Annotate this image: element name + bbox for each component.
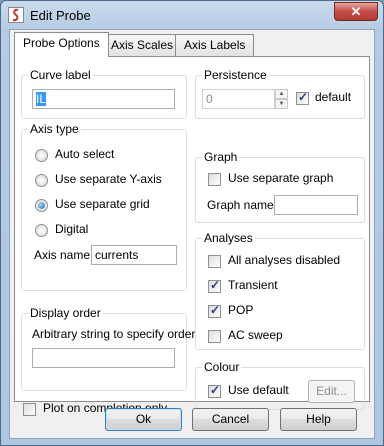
- colour-use-default-label: Use default: [228, 383, 289, 397]
- colour-use-default-checkbox[interactable]: [208, 383, 221, 398]
- colour-group: Colour Use default Edit...: [195, 360, 365, 410]
- window-title: Edit Probe: [30, 8, 91, 23]
- cancel-button[interactable]: Cancel: [192, 408, 269, 431]
- tab-page-probe-options: Curve label IL Axis type Auto select Use…: [14, 56, 370, 416]
- auto-select-radio[interactable]: [35, 149, 48, 162]
- graph-name-label: Graph name: [207, 198, 274, 212]
- axis-name-input[interactable]: currents: [91, 245, 177, 265]
- digital-label: Digital: [55, 222, 89, 236]
- display-order-group-title: Display order: [28, 306, 103, 320]
- persistence-group-title: Persistence: [202, 68, 269, 82]
- curve-label-input[interactable]: IL: [32, 89, 175, 109]
- persistence-input[interactable]: 0: [202, 89, 275, 109]
- digital-radio[interactable]: [35, 224, 48, 237]
- persistence-default-label: default: [315, 90, 352, 104]
- graph-name-input[interactable]: [274, 195, 358, 215]
- title-bar[interactable]: Edit Probe ✕: [1, 1, 383, 29]
- tab-axis-scales[interactable]: Axis Scales: [102, 34, 183, 56]
- all-analyses-disabled-label: All analyses disabled: [228, 253, 341, 267]
- curve-label-group-title: Curve label: [28, 68, 93, 82]
- analyses-group-title: Analyses: [202, 231, 255, 245]
- separate-y-axis-radio[interactable]: [35, 174, 48, 187]
- separate-y-axis-label: Use separate Y-axis: [55, 172, 162, 186]
- graph-group: Graph Use separate graph Graph name: [195, 150, 365, 223]
- colour-edit-button[interactable]: Edit...: [308, 380, 355, 403]
- display-order-input[interactable]: [32, 348, 175, 368]
- separate-graph-checkbox[interactable]: [208, 173, 221, 186]
- app-logo-icon: [8, 7, 24, 23]
- ok-button[interactable]: Ok: [105, 408, 182, 431]
- analyses-group: Analyses All analyses disabled Transient…: [195, 231, 365, 350]
- display-order-group: Display order Arbitrary string to specif…: [21, 306, 195, 391]
- pop-checkbox[interactable]: [208, 303, 221, 318]
- help-button[interactable]: Help: [280, 408, 357, 431]
- axis-type-group: Axis type Auto select Use separate Y-axi…: [21, 122, 187, 291]
- all-analyses-disabled-checkbox[interactable]: [208, 255, 221, 268]
- ac-sweep-checkbox[interactable]: [208, 330, 221, 343]
- separate-graph-label: Use separate graph: [228, 171, 334, 185]
- plot-on-completion-checkbox[interactable]: [23, 403, 36, 416]
- display-order-description: Arbitrary string to specify order: [32, 327, 196, 341]
- spin-up-icon[interactable]: ▲: [275, 89, 288, 99]
- dialog-client-area: Probe Options Axis Scales Axis Labels Cu…: [9, 29, 375, 439]
- curve-label-group: Curve label IL: [21, 68, 187, 119]
- tab-axis-labels[interactable]: Axis Labels: [175, 34, 255, 56]
- pop-label: POP: [228, 303, 254, 317]
- tab-probe-options[interactable]: Probe Options: [14, 32, 109, 57]
- ac-sweep-label: AC sweep: [228, 328, 283, 342]
- transient-label: Transient: [228, 278, 278, 292]
- graph-group-title: Graph: [202, 150, 240, 164]
- colour-group-title: Colour: [202, 360, 242, 374]
- curve-label-value: IL: [36, 92, 47, 106]
- close-icon[interactable]: ✕: [334, 2, 378, 21]
- separate-grid-label: Use separate grid: [55, 197, 150, 211]
- persistence-group: Persistence 0 ▲ ▼ default: [195, 68, 365, 119]
- transient-checkbox[interactable]: [208, 278, 221, 293]
- axis-type-group-title: Axis type: [28, 122, 81, 136]
- persistence-default-checkbox[interactable]: [296, 90, 309, 105]
- auto-select-label: Auto select: [55, 147, 115, 161]
- separate-grid-radio[interactable]: [35, 199, 48, 212]
- edit-probe-dialog: Edit Probe ✕ Probe Options Axis Scales A…: [0, 0, 384, 446]
- spin-down-icon[interactable]: ▼: [275, 99, 288, 109]
- axis-name-label: Axis name: [34, 248, 91, 262]
- persistence-spinner[interactable]: ▲ ▼: [275, 89, 288, 109]
